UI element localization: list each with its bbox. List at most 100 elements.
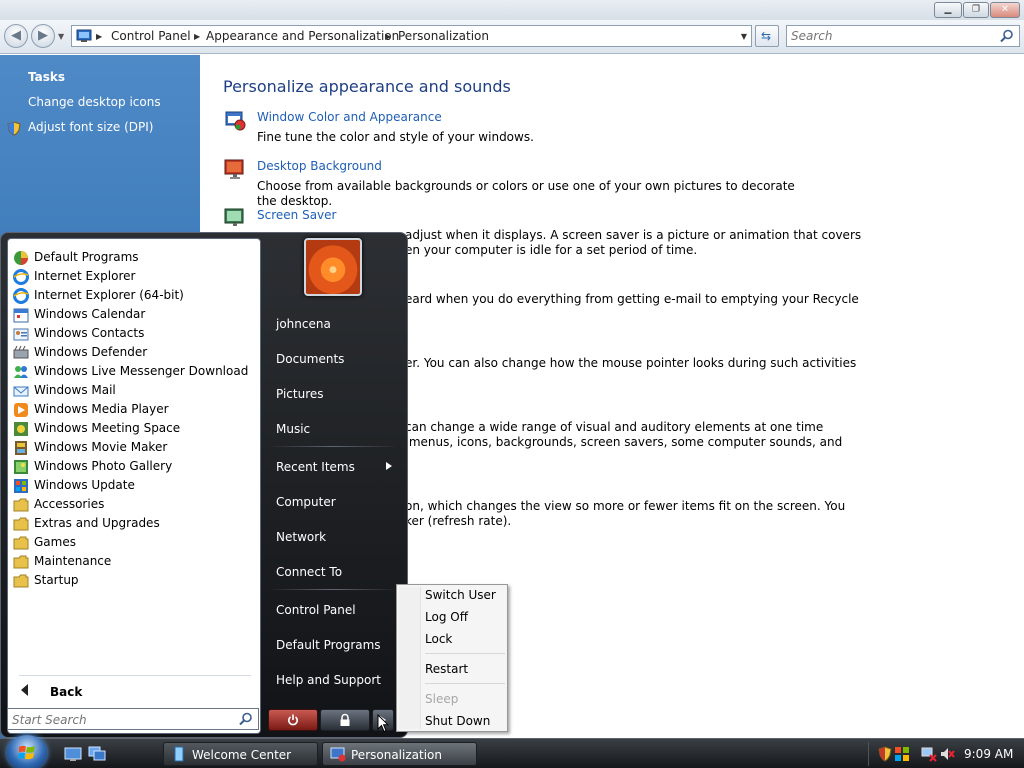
internet-explorer-icon — [13, 269, 29, 285]
network-link[interactable]: Network — [276, 530, 326, 544]
music-link[interactable]: Music — [276, 422, 310, 436]
lock-item[interactable]: Lock — [425, 632, 452, 646]
program-item[interactable]: Windows Photo Gallery — [13, 457, 255, 476]
window-titlebar: ▁ ❐ ✕ — [0, 0, 1024, 20]
program-item[interactable]: Internet Explorer — [13, 267, 255, 286]
divider — [268, 589, 398, 590]
back-button[interactable]: ◀ — [4, 24, 28, 48]
recent-items-link[interactable]: Recent Items — [276, 460, 355, 474]
security-shield-icon[interactable] — [877, 746, 893, 762]
user-picture-flower[interactable] — [304, 238, 362, 296]
program-item[interactable]: Games — [13, 533, 255, 552]
tasks-heading: Tasks — [28, 70, 66, 84]
pictures-link[interactable]: Pictures — [276, 387, 324, 401]
display-settings-description: on, which changes the view so more or fe… — [405, 499, 846, 528]
program-item[interactable]: Accessories — [13, 495, 255, 514]
lock-button[interactable] — [320, 709, 370, 731]
meeting-space-icon — [14, 422, 28, 436]
sounds-description: eard when you do everything from getting… — [405, 292, 859, 306]
program-item[interactable]: Windows Meeting Space — [13, 419, 255, 438]
program-item[interactable]: Default Programs — [13, 248, 255, 267]
address-bar[interactable]: ▶ Control Panel ▶ Appearance and Persona… — [71, 25, 752, 47]
maximize-button[interactable]: ❐ — [963, 2, 989, 18]
breadcrumb-separator-icon: ▶ — [96, 32, 103, 41]
power-icon — [288, 714, 298, 726]
control-panel-link[interactable]: Control Panel — [276, 603, 356, 617]
mouse-pointers-description: er. You can also change how the mouse po… — [405, 356, 857, 370]
desktop-background-link[interactable]: Desktop Background — [257, 159, 382, 173]
desktop: ▁ ❐ ✕ ◀ ▶ ▼ ▶ Control Panel ▶ Appearance… — [0, 0, 1024, 768]
user-folder-link[interactable]: johncena — [276, 317, 331, 331]
program-label: Windows Live Messenger Download — [34, 364, 249, 378]
photo-gallery-icon — [14, 460, 28, 474]
window-color-icon[interactable] — [223, 108, 247, 132]
search-input[interactable] — [791, 28, 991, 44]
show-desktop-icon[interactable] — [64, 746, 82, 762]
windows-flag-icon[interactable] — [894, 746, 910, 762]
search-icon[interactable] — [239, 712, 253, 726]
program-label: Games — [34, 535, 76, 549]
log-off-item[interactable]: Log Off — [425, 610, 468, 624]
program-item[interactable]: Windows Mail — [13, 381, 255, 400]
program-item[interactable]: Windows Movie Maker — [13, 438, 255, 457]
documents-link[interactable]: Documents — [276, 352, 344, 366]
window-color-link[interactable]: Window Color and Appearance — [257, 110, 442, 124]
help-and-support-link[interactable]: Help and Support — [276, 673, 381, 687]
screen-saver-link[interactable]: Screen Saver — [257, 208, 336, 222]
program-item[interactable]: Windows Contacts — [13, 324, 255, 343]
divider — [268, 446, 398, 447]
forward-button[interactable]: ▶ — [31, 24, 55, 48]
search-box[interactable] — [786, 25, 1020, 47]
address-dropdown-icon[interactable]: ▼ — [741, 32, 747, 41]
program-item[interactable]: Maintenance — [13, 552, 255, 571]
program-item[interactable]: Extras and Upgrades — [13, 514, 255, 533]
program-item[interactable]: Windows Update — [13, 476, 255, 495]
screen-saver-description: adjust when it displays. A screen saver … — [405, 228, 862, 257]
start-search-input[interactable] — [12, 712, 227, 728]
computer-link[interactable]: Computer — [276, 495, 336, 509]
breadcrumb-control-panel[interactable]: Control Panel — [111, 29, 191, 43]
program-item[interactable]: Windows Calendar — [13, 305, 255, 324]
back-button[interactable]: Back — [50, 685, 82, 699]
program-item[interactable]: Windows Live Messenger Download — [13, 362, 255, 381]
minimize-button[interactable]: ▁ — [934, 2, 962, 18]
windows-update-icon — [14, 479, 28, 493]
divider — [19, 675, 251, 676]
adjust-font-size-link[interactable]: Adjust font size (DPI) — [28, 120, 153, 134]
program-item[interactable]: Windows Defender — [13, 343, 255, 362]
mouse-cursor-icon — [377, 714, 389, 733]
recent-pages-dropdown-icon[interactable]: ▼ — [58, 32, 64, 41]
back-arrow-icon[interactable] — [21, 684, 29, 696]
connect-to-link[interactable]: Connect To — [276, 565, 342, 579]
volume-muted-icon[interactable] — [939, 746, 955, 762]
shut-down-item[interactable]: Shut Down — [425, 714, 490, 728]
program-item[interactable]: Startup — [13, 571, 255, 590]
desktop-background-icon[interactable] — [223, 157, 247, 181]
network-disconnected-icon[interactable] — [921, 746, 937, 762]
search-icon[interactable] — [1000, 29, 1014, 43]
close-button[interactable]: ✕ — [990, 2, 1020, 18]
switch-windows-icon[interactable] — [88, 746, 106, 762]
start-search-box[interactable] — [7, 708, 259, 730]
taskbar-button-personalization[interactable]: Personalization — [322, 742, 477, 766]
taskbar-button-welcome-center[interactable]: Welcome Center — [163, 742, 318, 766]
program-item[interactable]: Internet Explorer (64-bit) — [13, 286, 255, 305]
screen-saver-icon[interactable] — [223, 206, 247, 230]
default-programs-link[interactable]: Default Programs — [276, 638, 381, 652]
power-button[interactable] — [268, 709, 318, 731]
clock[interactable]: 9:09 AM — [964, 747, 1013, 761]
restart-item[interactable]: Restart — [425, 662, 468, 676]
breadcrumb-separator-icon[interactable]: ▶ — [194, 32, 200, 41]
program-item[interactable]: Windows Media Player — [13, 400, 255, 419]
breadcrumb-personalization[interactable]: Personalization — [398, 29, 489, 43]
minimize-icon: ▁ — [944, 4, 952, 15]
breadcrumb-appearance[interactable]: Appearance and Personalization — [206, 29, 399, 43]
program-label: Windows Meeting Space — [34, 421, 181, 435]
refresh-button[interactable]: ⇆ — [755, 25, 779, 47]
breadcrumb-separator-icon[interactable]: ▶ — [385, 32, 391, 41]
switch-user-item[interactable]: Switch User — [425, 588, 496, 602]
calendar-icon — [13, 308, 29, 323]
start-button[interactable] — [7, 735, 47, 768]
change-desktop-icons-link[interactable]: Change desktop icons — [28, 95, 161, 109]
refresh-icon: ⇆ — [761, 29, 772, 43]
